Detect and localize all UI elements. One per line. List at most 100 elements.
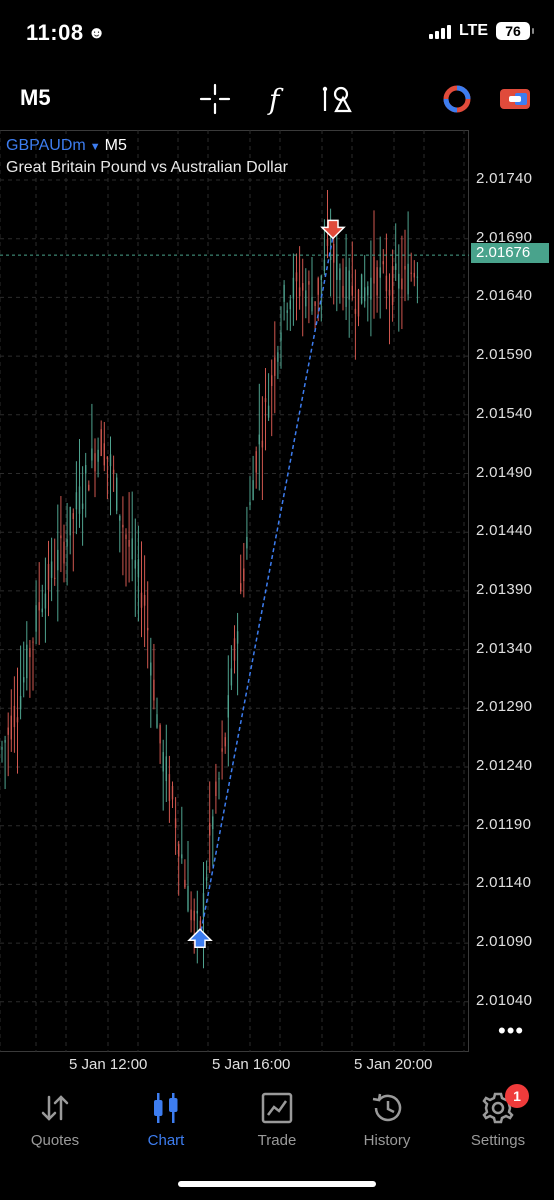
crosshair-icon[interactable] [198, 82, 232, 116]
signal-icon [428, 23, 451, 39]
quotes-arrows-icon [0, 1088, 110, 1128]
candle-body [249, 502, 251, 506]
tab-chart[interactable]: Chart [111, 1088, 221, 1149]
candle-body [205, 877, 208, 881]
trade-toggle-icon[interactable] [498, 82, 532, 116]
network-type: LTE [458, 22, 488, 39]
candle-body [212, 816, 214, 830]
candle-body [342, 285, 344, 298]
candle-body [280, 332, 282, 341]
history-clock-icon [332, 1088, 442, 1128]
candle-body [243, 568, 245, 582]
price-axis-label: 2.01640 [476, 287, 533, 305]
tab-history[interactable]: History [332, 1088, 442, 1149]
price-axis-label: 2.01440 [476, 522, 533, 540]
candle-body [72, 513, 74, 520]
candle-body [413, 272, 415, 278]
candle-body [298, 287, 301, 297]
account-icon[interactable] [440, 82, 474, 116]
trade-line [199, 236, 334, 938]
candle-body [367, 286, 369, 296]
candle-body [44, 593, 47, 609]
candle-body [119, 515, 121, 521]
symbol-name[interactable]: GBPAUDm [6, 137, 86, 154]
notification-badge: 1 [505, 1084, 529, 1108]
candle-body [29, 648, 31, 658]
candle-body [35, 605, 37, 632]
candle-body [168, 774, 171, 801]
bottom-tab-bar: Quotes Chart Trade History Settings 1 [0, 1080, 554, 1170]
more-options-icon[interactable]: ••• [498, 1018, 524, 1044]
price-axis-label: 2.01390 [476, 580, 533, 598]
candle-body [184, 879, 186, 888]
candle-body [264, 398, 267, 403]
candle-body [360, 274, 363, 304]
price-chart[interactable] [0, 130, 470, 1052]
price-axis-label: 2.01040 [476, 991, 533, 1009]
objects-icon[interactable] [322, 82, 356, 116]
tab-trade[interactable]: Trade [222, 1088, 332, 1149]
candle-body [227, 695, 229, 718]
timeframe-button[interactable]: M5 [20, 85, 51, 111]
candle-body [91, 448, 93, 461]
candle-body [230, 668, 233, 686]
candle-body [224, 737, 226, 747]
candle-body [38, 602, 40, 611]
candle-body [339, 268, 341, 281]
price-axis-label: 2.01540 [476, 404, 533, 422]
caret-down-icon[interactable]: ▼ [90, 141, 101, 153]
candle-body [209, 823, 211, 836]
tab-label: Trade [257, 1132, 297, 1149]
candle-body [4, 740, 6, 743]
candle-body [246, 536, 248, 549]
candle-body [218, 778, 220, 780]
candle-body [255, 451, 257, 473]
candle-body [286, 310, 288, 313]
candle-body [26, 644, 28, 679]
candle-body [373, 257, 375, 284]
battery-icon: 76 [496, 22, 534, 40]
tab-label: History [363, 1132, 411, 1149]
chart-toolbar: M5 f [0, 72, 554, 124]
candle-body [271, 375, 273, 386]
candle-body [329, 256, 332, 261]
candle-body [370, 277, 372, 300]
candle-body [81, 503, 84, 509]
candle-body [94, 453, 96, 472]
symbol-selector[interactable]: GBPAUDm ▼ M5 [6, 137, 127, 155]
candle-body [401, 278, 403, 290]
candle-body [140, 592, 143, 608]
price-axis-label: 2.01740 [476, 170, 533, 187]
candle-body [78, 486, 81, 514]
candle-body [410, 272, 412, 274]
candle-body [258, 434, 260, 445]
status-time: 11:08 ☻ [26, 20, 106, 46]
tab-settings[interactable]: Settings 1 [443, 1084, 553, 1149]
candle-body [147, 627, 149, 631]
candle-body [13, 705, 16, 728]
tab-label: Chart [147, 1132, 185, 1149]
candle-body [187, 885, 189, 911]
candle-body [1, 746, 3, 750]
candle-body [221, 748, 223, 752]
candle-body [156, 714, 158, 728]
tab-quotes[interactable]: Quotes [0, 1088, 110, 1149]
indicator-function-icon[interactable]: f [260, 82, 294, 116]
candle-body [23, 677, 25, 683]
candle-body [100, 429, 102, 457]
candle-body [190, 909, 192, 921]
sell-arrow-icon[interactable] [320, 219, 346, 240]
candlestick-icon [111, 1088, 221, 1128]
price-axis-label: 2.01290 [476, 698, 533, 716]
candle-body [348, 270, 350, 300]
candle-body [171, 786, 174, 800]
candle-body [63, 541, 65, 564]
candle-body [174, 818, 177, 828]
candle-body [326, 239, 329, 246]
candle-body [137, 559, 140, 578]
candle-body [143, 594, 146, 606]
candle-body [274, 357, 276, 376]
price-axis-label: 2.01340 [476, 639, 533, 657]
candle-body [47, 563, 50, 590]
candle-body [379, 267, 381, 278]
